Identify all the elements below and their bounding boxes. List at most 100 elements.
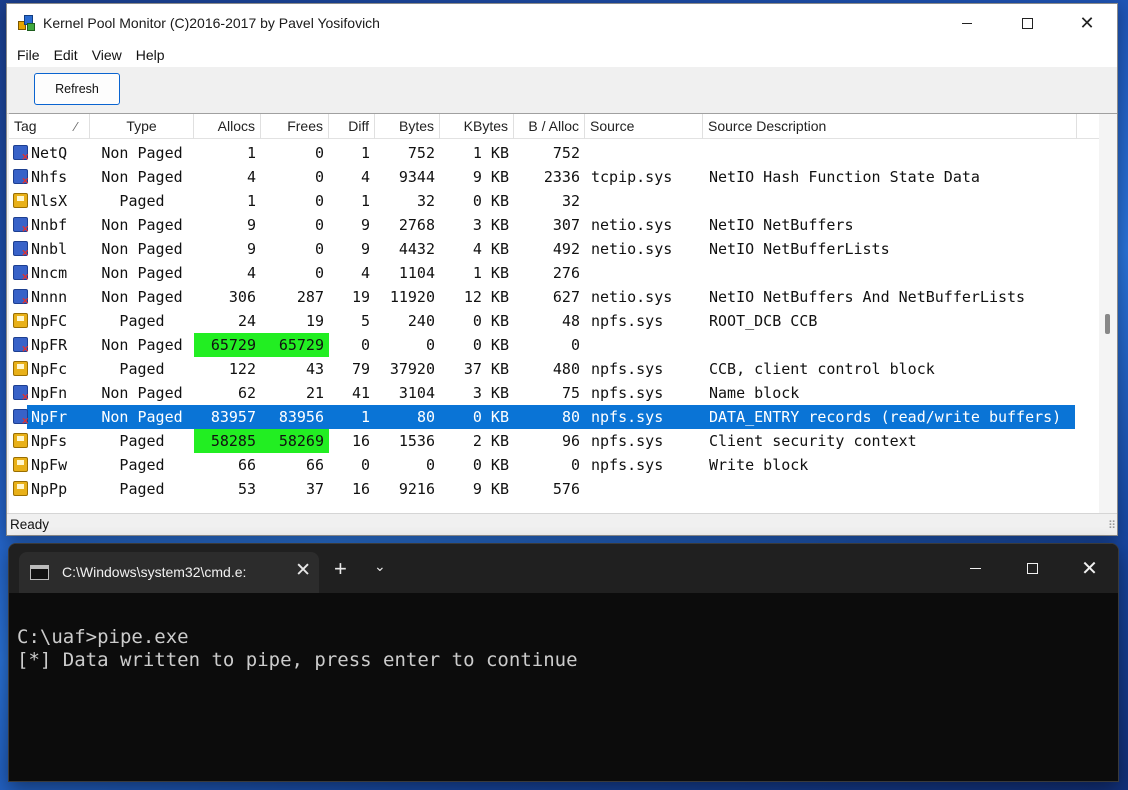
table-row[interactable]: NpFC Paged 24 19 5 240 0 KB 48 npfs.sys ROOT_DCB … — [9, 309, 1089, 333]
close-icon: ✕ — [1079, 13, 1095, 33]
cell-diff: 16 — [351, 432, 370, 450]
cell-diff: 16 — [351, 480, 370, 498]
cell-tag: NpFR — [31, 336, 68, 354]
terminal-close-button[interactable]: ✕ — [1061, 544, 1118, 593]
cell-kbytes: 1 KB — [472, 264, 509, 282]
column-header-tag[interactable]: Tag ⁄ — [9, 114, 90, 139]
menu-file[interactable]: File — [10, 47, 47, 63]
table-row[interactable]: NpPp Paged 53 37 16 9216 9 KB 576 — [9, 477, 1089, 501]
column-header-bytes[interactable]: Bytes — [375, 114, 440, 139]
cell-bytes: 1536 — [398, 432, 435, 450]
column-header-kbytes[interactable]: KBytes — [440, 114, 514, 139]
tab-close-icon[interactable]: ✕ — [295, 559, 311, 582]
terminal-maximize-button[interactable] — [1004, 544, 1061, 593]
cell-source-description: ROOT_DCB CCB — [709, 312, 818, 330]
vertical-scrollbar[interactable] — [1099, 114, 1117, 513]
cell-bytes: 80 — [416, 408, 435, 426]
column-header-bytes-per-alloc[interactable]: B / Alloc — [514, 114, 585, 139]
cell-source: netio.sys — [591, 216, 673, 234]
refresh-button[interactable]: Refresh — [34, 73, 120, 105]
table-row[interactable]: NpFR Non Paged 6572965729 0 0 0 KB 0 — [9, 333, 1089, 357]
table-row[interactable]: Nnbl Non Paged 9 0 9 4432 4 KB 492 netio.sys NetI… — [9, 237, 1089, 261]
cell-frees: 37 — [305, 480, 324, 498]
cell-tag: Nnbf — [31, 216, 68, 234]
table-row[interactable]: Nnbf Non Paged 9 0 9 2768 3 KB 307 netio.sys NetI… — [9, 213, 1089, 237]
maximize-button[interactable] — [997, 4, 1057, 42]
scrollbar-thumb[interactable] — [1105, 314, 1110, 334]
cell-diff: 41 — [351, 384, 370, 402]
cell-diff: 4 — [360, 264, 370, 282]
cell-tag: Nncm — [31, 264, 68, 282]
cell-allocs: 83957 — [210, 408, 256, 426]
table-row[interactable]: Nhfs Non Paged 4 0 4 9344 9 KB 2336 tcpip.sys Net… — [9, 165, 1089, 189]
column-header-frees[interactable]: Frees — [261, 114, 329, 139]
cell-type: Non Paged — [101, 264, 183, 282]
cell-frees: 83956 — [278, 408, 324, 426]
table-row[interactable]: NlsX Paged 1 0 1 32 0 KB 32 — [9, 189, 1089, 213]
column-header-source[interactable]: Source — [585, 114, 703, 139]
cell-type: Paged — [119, 312, 165, 330]
menu-view[interactable]: View — [85, 47, 129, 63]
menu-edit[interactable]: Edit — [47, 47, 85, 63]
table-row[interactable]: NetQ Non Paged 1 0 1 752 1 KB 752 — [9, 141, 1089, 165]
title-bar: Kernel Pool Monitor (C)2016-2017 by Pave… — [7, 4, 1117, 42]
cell-bytes-per-alloc: 80 — [561, 408, 580, 426]
cell-bytes-per-alloc: 627 — [552, 288, 580, 306]
close-button[interactable]: ✕ — [1057, 4, 1117, 42]
paged-pool-icon — [13, 361, 28, 376]
cell-allocs: 1 — [246, 144, 256, 162]
window-title: Kernel Pool Monitor (C)2016-2017 by Pave… — [43, 15, 380, 31]
cell-kbytes: 37 KB — [463, 360, 509, 378]
pool-list-view[interactable]: Tag ⁄ Type Allocs Frees Diff Bytes KByte… — [9, 113, 1117, 513]
pool-rows: NetQ Non Paged 1 0 1 752 1 KB 752 Nhfs Non Paged 4… — [9, 141, 1089, 501]
resize-grip-icon[interactable]: ⠿ — [1108, 519, 1116, 532]
new-tab-button[interactable]: + — [334, 558, 347, 580]
cell-source-description — [709, 141, 1079, 165]
paged-pool-icon — [13, 457, 28, 472]
terminal-line: [*] Data written to pipe, press enter to… — [17, 649, 578, 671]
table-row[interactable]: NpFw Paged 66 66 0 0 0 KB 0 npfs.sys Write block — [9, 453, 1089, 477]
terminal-tab[interactable]: C:\Windows\system32\cmd.e: ✕ — [19, 552, 319, 593]
column-header-type[interactable]: Type — [90, 114, 194, 139]
table-row[interactable]: NpFc Paged 122 43 79 37920 37 KB 480 npfs.sys CCB… — [9, 357, 1089, 381]
cell-tag: Nhfs — [31, 168, 68, 186]
cell-diff: 4 — [360, 168, 370, 186]
cell-kbytes: 12 KB — [463, 288, 509, 306]
column-header-diff[interactable]: Diff — [329, 114, 375, 139]
cell-kbytes: 0 KB — [472, 312, 509, 330]
cell-allocs: 122 — [228, 360, 256, 378]
table-row[interactable]: NpFs Paged 58285 58269 16 1536 2 KB 96 npfs.sys C… — [9, 429, 1089, 453]
terminal-output[interactable]: C:\uaf>pipe.exe [*] Data written to pipe… — [9, 593, 1118, 672]
close-icon: ✕ — [1081, 558, 1098, 580]
cell-type: Non Paged — [101, 408, 183, 426]
cell-allocs: 9 — [246, 216, 256, 234]
cell-type: Paged — [119, 456, 165, 474]
terminal-window: C:\Windows\system32\cmd.e: ✕ + ⌄ ✕ C:\ua… — [8, 543, 1119, 782]
cell-kbytes: 9 KB — [472, 168, 509, 186]
table-row[interactable]: NpFr Non Paged 83957 83956 1 80 0 KB 80 npfs.sys… — [9, 405, 1089, 429]
table-row[interactable]: Nnnn Non Paged 306 287 19 11920 12 KB 627 netio.… — [9, 285, 1089, 309]
nonpaged-pool-icon — [13, 289, 29, 307]
table-row[interactable]: Nncm Non Paged 4 0 4 1104 1 KB 276 — [9, 261, 1089, 285]
cell-bytes: 9344 — [398, 168, 435, 186]
cell-bytes-per-alloc: 0 — [570, 336, 580, 354]
menu-help[interactable]: Help — [129, 47, 172, 63]
cell-source: npfs.sys — [591, 456, 664, 474]
app-icon — [18, 14, 36, 32]
column-header-allocs[interactable]: Allocs — [194, 114, 261, 139]
list-header: Tag ⁄ Type Allocs Frees Diff Bytes KByte… — [9, 114, 1117, 139]
cell-frees: 21 — [305, 384, 324, 402]
status-bar: Ready ⠿ — [7, 513, 1117, 535]
cell-kbytes: 0 KB — [472, 336, 509, 354]
cell-bytes-per-alloc: 752 — [552, 144, 580, 162]
cell-source: netio.sys — [591, 240, 673, 258]
minimize-icon — [970, 568, 981, 569]
cell-frees: 0 — [314, 216, 324, 234]
cell-bytes-per-alloc: 96 — [561, 432, 580, 450]
column-header-source-description[interactable]: Source Description — [703, 114, 1077, 139]
nonpaged-pool-icon — [13, 145, 29, 163]
tab-dropdown-button[interactable]: ⌄ — [374, 558, 386, 575]
terminal-minimize-button[interactable] — [947, 544, 1004, 593]
table-row[interactable]: NpFn Non Paged 62 21 41 3104 3 KB 75 npfs.sys Nam… — [9, 381, 1089, 405]
minimize-button[interactable] — [937, 4, 997, 42]
